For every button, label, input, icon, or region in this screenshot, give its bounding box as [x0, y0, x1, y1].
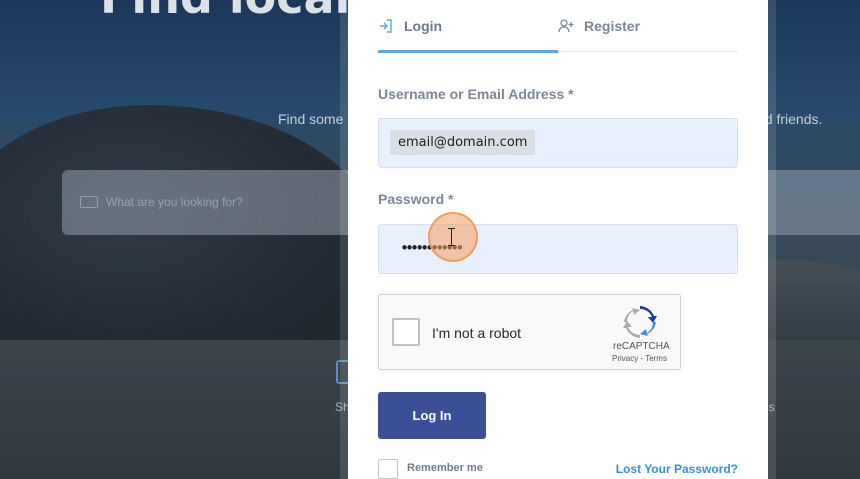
remember-me-checkbox[interactable]	[378, 459, 398, 479]
tab-login-label: Login	[404, 18, 443, 34]
tab-register-label: Register	[584, 18, 641, 34]
search-placeholder: What are you looking for?	[106, 195, 243, 209]
password-label: Password *	[378, 191, 454, 207]
login-icon	[380, 19, 392, 33]
login-button[interactable]: Log In	[378, 392, 486, 439]
hero-subtitle: Find some	[278, 111, 344, 127]
recaptcha-widget: I'm not a robot reCAPTCHA Privacy - Term…	[378, 294, 681, 370]
modal-edge-right	[768, 0, 776, 479]
text-cursor-icon	[448, 228, 455, 246]
username-field[interactable]: email@domain.com	[378, 118, 738, 168]
tab-register[interactable]: Register	[558, 0, 738, 52]
recaptcha-checkbox[interactable]	[392, 318, 420, 346]
tab-login[interactable]: Login	[378, 0, 558, 53]
login-modal: Login Register Username or Email Address…	[348, 0, 768, 479]
remember-me-label[interactable]: Remember me	[407, 462, 483, 474]
lost-password-link[interactable]: Lost Your Password?	[616, 462, 738, 476]
username-label: Username or Email Address *	[378, 86, 574, 102]
recaptcha-links[interactable]: Privacy - Terms	[612, 354, 667, 363]
recaptcha-logo-icon	[623, 306, 657, 338]
click-indicator	[428, 212, 478, 262]
auth-tabs: Login Register	[378, 0, 738, 53]
recaptcha-brand: reCAPTCHA	[613, 341, 670, 352]
keyboard-icon	[80, 196, 98, 208]
add-user-icon	[558, 19, 574, 33]
recaptcha-label: I'm not a robot	[432, 325, 522, 341]
modal-edge-left	[340, 0, 348, 479]
username-value: email@domain.com	[390, 130, 536, 155]
